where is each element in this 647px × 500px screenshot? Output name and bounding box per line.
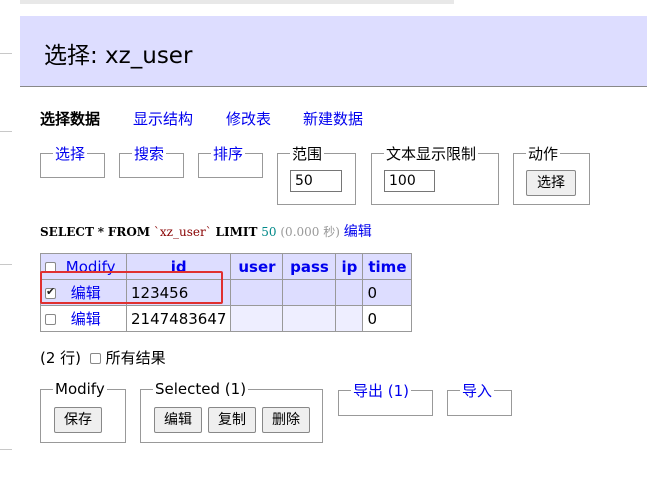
- sql-keyword: SELECT: [40, 225, 94, 239]
- text-limit-input[interactable]: [384, 170, 435, 192]
- page-title: 选择: xz_user: [44, 43, 193, 69]
- divider: [0, 264, 12, 265]
- sort-fieldset: 排序: [198, 143, 263, 178]
- tab-show-structure[interactable]: 显示结构: [133, 108, 193, 129]
- export-link[interactable]: 导出 (1): [353, 382, 409, 400]
- sql-keyword: FROM: [107, 225, 151, 239]
- range-input[interactable]: [290, 170, 342, 192]
- action-label: 动作: [528, 145, 559, 163]
- column-header-time[interactable]: time: [362, 253, 413, 280]
- divider: [0, 449, 12, 450]
- selected-legend: Selected (1): [155, 380, 247, 398]
- cell-user: [230, 305, 284, 332]
- row-edit-link[interactable]: 编辑: [71, 310, 101, 328]
- cell-time: 0: [362, 305, 413, 332]
- sql-query: SELECT * FROM `xz_user` LIMIT 50 (0.000 …: [40, 221, 372, 241]
- row-checkbox[interactable]: [45, 314, 56, 325]
- delete-button[interactable]: 删除: [262, 407, 310, 433]
- tab-new-item[interactable]: 新建数据: [303, 108, 363, 129]
- search-fieldset: 搜索: [119, 143, 184, 178]
- page-header: 选择: xz_user: [20, 16, 647, 87]
- edit-query-link[interactable]: 编辑: [344, 224, 372, 240]
- row-count: (2 行): [40, 349, 82, 367]
- save-button[interactable]: 保存: [54, 407, 102, 433]
- copy-button[interactable]: 复制: [208, 407, 256, 433]
- row-modify-cell: 编辑: [40, 305, 127, 332]
- all-results-label[interactable]: 所有结果: [106, 349, 166, 367]
- tab-select-data[interactable]: 选择数据: [40, 108, 100, 129]
- left-panel-edge: [0, 0, 20, 500]
- result-summary: (2 行) 所有结果: [40, 347, 166, 368]
- modify-legend: Modify: [55, 380, 105, 398]
- table-row: 编辑 2147483647 0: [40, 305, 413, 332]
- sql-star: *: [97, 225, 104, 239]
- sql-limit-value: 50: [261, 225, 277, 239]
- select-columns-fieldset: 选择: [40, 143, 105, 178]
- text-limit-label: 文本显示限制: [386, 145, 477, 163]
- sql-keyword: LIMIT: [215, 225, 258, 239]
- select-button[interactable]: 选择: [526, 170, 576, 196]
- cell-ip: [335, 305, 364, 332]
- import-fieldset: 导入: [447, 380, 512, 416]
- export-fieldset: 导出 (1): [338, 380, 433, 416]
- top-scroll-strip: [20, 0, 454, 4]
- divider: [0, 131, 12, 132]
- all-results-checkbox[interactable]: [89, 353, 101, 364]
- cell-id: 2147483647: [125, 305, 232, 332]
- cell-ip: [335, 279, 364, 306]
- tab-alter-table[interactable]: 修改表: [226, 108, 271, 129]
- selection-highlight-box: [40, 271, 223, 304]
- sql-table-name: `xz_user`: [153, 225, 212, 239]
- range-label: 范围: [292, 145, 323, 163]
- cell-time: 0: [362, 279, 413, 306]
- cell-pass: [282, 305, 337, 332]
- column-header-pass[interactable]: pass: [282, 253, 337, 280]
- search-link[interactable]: 搜索: [134, 145, 164, 163]
- edit-button[interactable]: 编辑: [154, 407, 202, 433]
- import-link[interactable]: 导入: [462, 382, 492, 400]
- cell-user: [230, 279, 284, 306]
- divider: [0, 53, 12, 54]
- query-time: (0.000 秒): [280, 225, 340, 239]
- column-header-user[interactable]: user: [230, 253, 284, 280]
- cell-pass: [282, 279, 337, 306]
- sort-link[interactable]: 排序: [213, 145, 243, 163]
- select-columns-link[interactable]: 选择: [55, 145, 85, 163]
- column-header-ip[interactable]: ip: [335, 253, 364, 280]
